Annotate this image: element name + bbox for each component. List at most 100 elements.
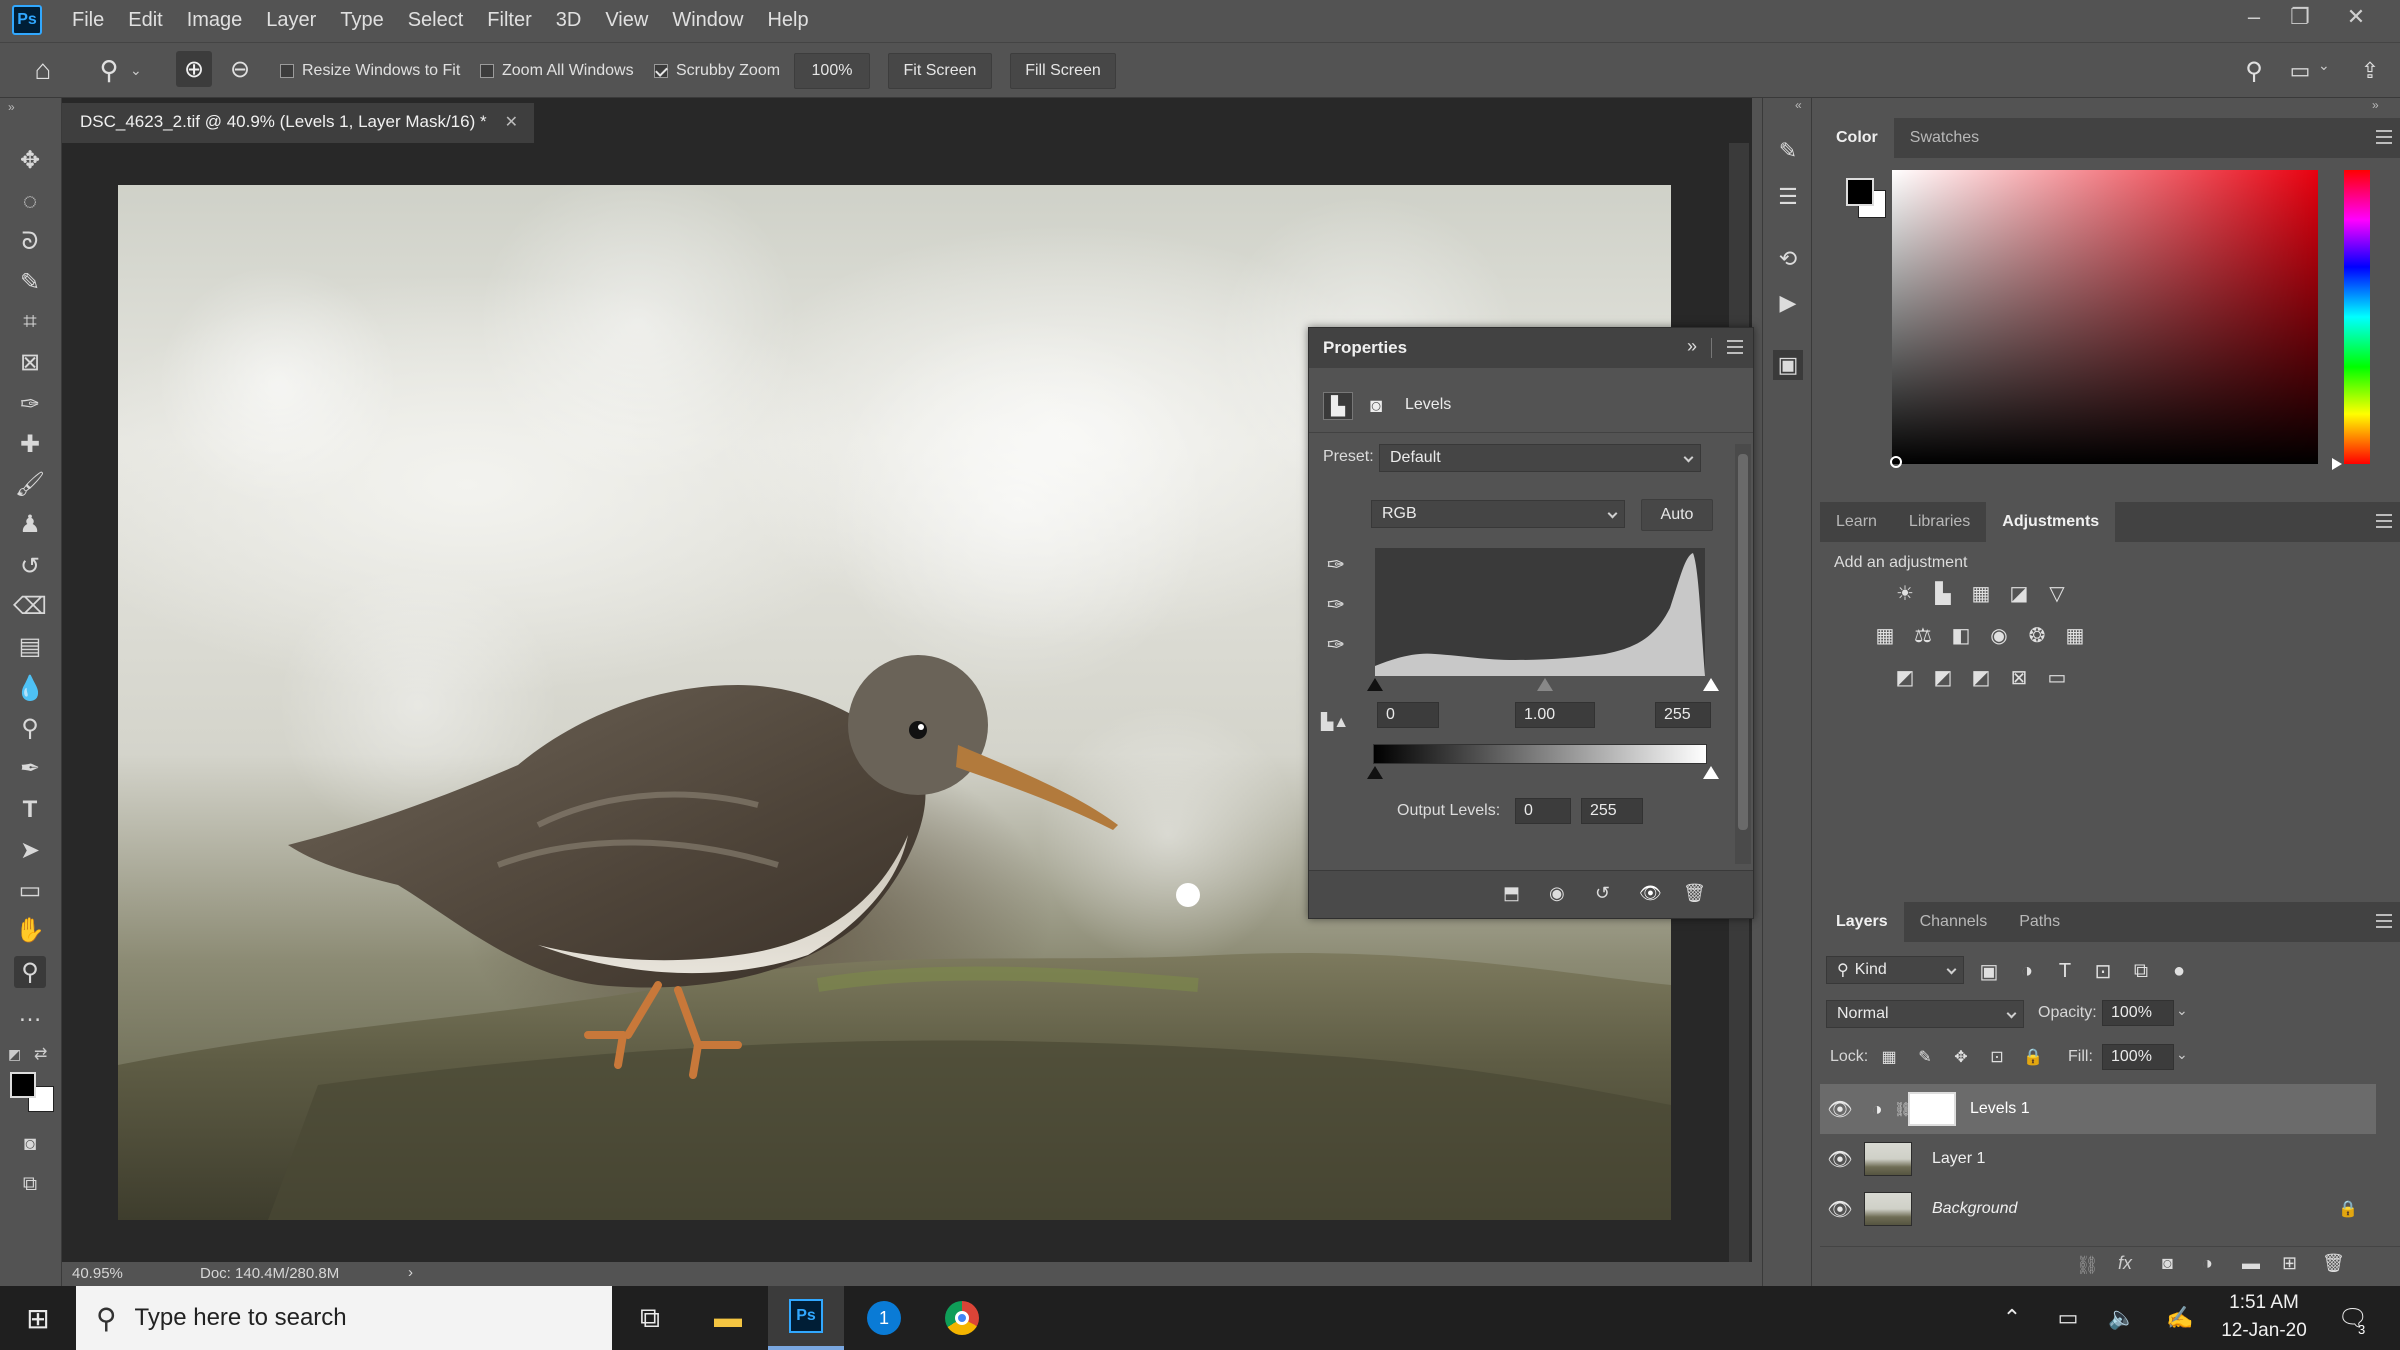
password-manager-icon[interactable]: 1 (846, 1286, 922, 1350)
menu-type[interactable]: Type (328, 0, 395, 40)
workspace-chevron-icon[interactable]: ⌄ (2318, 57, 2338, 87)
white-point-eyedropper-icon[interactable]: ✑ (1323, 632, 1349, 658)
color-panel-menu-icon[interactable] (2376, 130, 2392, 144)
output-black-slider[interactable] (1367, 766, 1383, 779)
tab-adjustments[interactable]: Adjustments (1986, 502, 2116, 542)
more-tools-icon[interactable]: … (14, 998, 46, 1030)
fill-screen-button[interactable]: Fill Screen (1010, 53, 1116, 89)
photoshop-taskbar-icon[interactable]: Ps (768, 1286, 844, 1350)
crop-tool-icon[interactable]: ⌗ (14, 306, 46, 338)
foreground-color-chip[interactable] (1846, 178, 1874, 206)
screen-mode-icon[interactable]: ⧉ (14, 1168, 46, 1200)
healing-brush-tool-icon[interactable]: ✚ (14, 428, 46, 460)
layer-row-levels[interactable]: 👁 ◑ ⛓ Levels 1 (1820, 1084, 2376, 1134)
foreground-color-swatch[interactable] (10, 1072, 36, 1098)
input-black-field[interactable]: 0 (1377, 702, 1439, 728)
layers-panel-menu-icon[interactable] (2376, 914, 2392, 928)
quick-mask-icon[interactable]: ◙ (14, 1128, 46, 1160)
collapse-tools-icon[interactable]: » (8, 100, 15, 114)
levels-icon[interactable]: ▙ (1930, 580, 1956, 606)
tab-swatches[interactable]: Swatches (1894, 118, 1995, 158)
output-black-field[interactable]: 0 (1515, 798, 1571, 824)
channel-mixer-icon[interactable]: ❂ (2024, 622, 2050, 648)
menu-3d[interactable]: 3D (544, 0, 594, 40)
lock-position-icon[interactable]: ✥ (1948, 1044, 1974, 1070)
taskbar-clock[interactable]: 1:51 AM 12-Jan-20 (2208, 1292, 2320, 1344)
collapse-right-icon[interactable]: » (2372, 98, 2379, 112)
restore-window-button[interactable]: ❐ (2278, 0, 2322, 34)
tab-layers[interactable]: Layers (1820, 902, 1904, 942)
lock-image-icon[interactable]: ✎ (1912, 1044, 1938, 1070)
menu-help[interactable]: Help (755, 0, 820, 40)
filter-adjustment-icon[interactable]: ◑ (2014, 958, 2040, 984)
pen-workspace-icon[interactable]: ✍ (2152, 1286, 2208, 1350)
preset-dropdown[interactable]: Default (1379, 444, 1701, 472)
visibility-eye-icon[interactable]: 👁 (1639, 883, 1662, 904)
menu-window[interactable]: Window (660, 0, 755, 40)
clone-stamp-tool-icon[interactable]: ♟ (14, 508, 46, 540)
fill-field[interactable]: 100% (2102, 1044, 2174, 1070)
clipping-warning-icon[interactable]: ▙▲ (1321, 712, 1355, 734)
filter-type-icon[interactable]: T (2052, 958, 2078, 984)
lasso-tool-icon[interactable]: ᘐ (14, 226, 46, 258)
properties-scrollbar[interactable] (1735, 444, 1751, 864)
minimize-window-button[interactable]: – (2232, 0, 2276, 34)
new-adjustment-icon[interactable]: ◑ (2202, 1253, 2213, 1274)
menu-layer[interactable]: Layer (254, 0, 328, 40)
zoom-tool-icon[interactable]: ⚲ (14, 956, 46, 988)
frame-tool-icon[interactable]: ⊠ (14, 346, 46, 378)
search-icon[interactable]: ⚲ (2238, 55, 2270, 87)
menu-edit[interactable]: Edit (116, 0, 174, 40)
exposure-icon[interactable]: ◪ (2006, 580, 2032, 606)
delete-layer-icon[interactable]: 🗑 (2322, 1253, 2345, 1274)
document-tab[interactable]: DSC_4623_2.tif @ 40.9% (Levels 1, Layer … (62, 103, 534, 143)
tab-channels[interactable]: Channels (1904, 902, 2004, 942)
filter-pixel-icon[interactable]: ▣ (1976, 958, 2002, 984)
photo-filter-icon[interactable]: ◉ (1986, 622, 2012, 648)
link-icon[interactable]: ⛓ (1894, 1101, 1912, 1118)
gray-point-eyedropper-icon[interactable]: ✑ (1323, 592, 1349, 618)
output-white-field[interactable]: 255 (1581, 798, 1643, 824)
chrome-icon[interactable] (924, 1286, 1000, 1350)
view-previous-state-icon[interactable]: ◉ (1549, 883, 1565, 904)
collapse-dock-icon[interactable]: « (1795, 98, 1802, 112)
swap-colors-icon[interactable]: ⇄ (34, 1044, 47, 1064)
color-lookup-icon[interactable]: ▦ (2062, 622, 2088, 648)
layer-mask-thumbnail[interactable] (1908, 1092, 1956, 1126)
clip-to-layer-icon[interactable]: ⬒ (1503, 883, 1520, 904)
input-gamma-field[interactable]: 1.00 (1515, 702, 1595, 728)
auto-button[interactable]: Auto (1641, 499, 1713, 531)
blur-tool-icon[interactable]: 💧 (14, 672, 46, 704)
battery-icon[interactable]: ▭ (2040, 1286, 2096, 1350)
lock-transparent-icon[interactable]: ▦ (1876, 1044, 1902, 1070)
visibility-eye-icon[interactable]: 👁 (1820, 1197, 1860, 1222)
scrubby-zoom-checkbox[interactable] (654, 64, 668, 78)
show-hidden-icons-chevron-icon[interactable]: ⌃ (1984, 1286, 2040, 1350)
filter-shape-icon[interactable]: ⊡ (2090, 958, 2116, 984)
default-colors-icon[interactable]: ◩ (8, 1046, 21, 1063)
share-icon[interactable]: ⇪ (2354, 55, 2386, 87)
invert-icon[interactable]: ◩ (1892, 664, 1918, 690)
new-layer-icon[interactable]: ⊞ (2282, 1253, 2297, 1274)
menu-file[interactable]: File (60, 0, 116, 40)
mask-icon[interactable]: ◙ (1361, 392, 1391, 420)
filter-smart-object-icon[interactable]: ⧉ (2128, 958, 2154, 984)
posterize-icon[interactable]: ◩ (1930, 664, 1956, 690)
rectangle-tool-icon[interactable]: ▭ (14, 874, 46, 906)
history-brush-tool-icon[interactable]: ↺ (14, 550, 46, 582)
move-tool-icon[interactable]: ✥ (14, 144, 46, 176)
channel-dropdown[interactable]: RGB (1371, 500, 1625, 528)
quick-selection-tool-icon[interactable]: ✎ (14, 266, 46, 298)
menu-image[interactable]: Image (175, 0, 255, 40)
resize-windows-option[interactable]: Resize Windows to Fit (280, 43, 460, 99)
layer-name[interactable]: Levels 1 (1970, 1100, 2030, 1118)
input-black-slider[interactable] (1367, 678, 1383, 691)
properties-scroll-thumb[interactable] (1738, 454, 1748, 830)
blend-mode-dropdown[interactable]: Normal (1826, 1000, 2024, 1028)
layer-name[interactable]: Layer 1 (1932, 1150, 1985, 1168)
color-balance-icon[interactable]: ⚖ (1910, 622, 1936, 648)
selective-color-icon[interactable]: ⊠ (2006, 664, 2032, 690)
hue-slider-marker[interactable] (2332, 458, 2342, 470)
delete-icon[interactable]: 🗑 (1683, 883, 1706, 904)
actions-play-icon[interactable]: ▶ (1773, 288, 1803, 318)
